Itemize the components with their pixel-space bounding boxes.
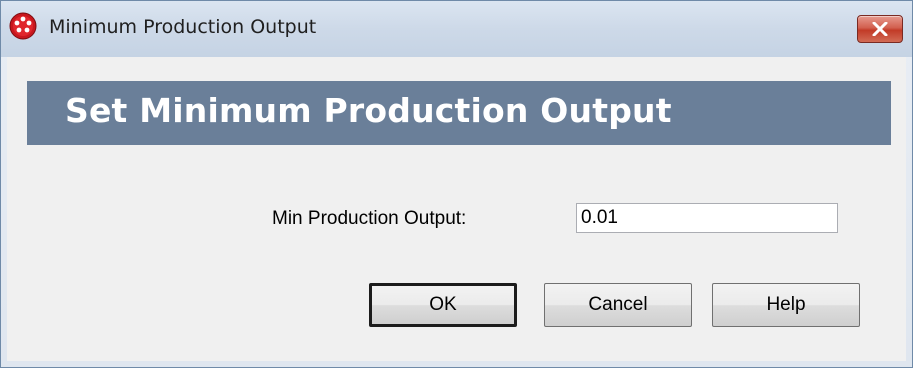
close-button[interactable]: [857, 15, 903, 43]
app-icon: [9, 12, 37, 40]
title-bar[interactable]: Minimum Production Output: [1, 1, 912, 57]
ok-button[interactable]: OK: [369, 283, 517, 327]
cancel-button[interactable]: Cancel: [544, 283, 692, 327]
help-button[interactable]: Help: [712, 283, 860, 327]
window-title: Minimum Production Output: [49, 16, 317, 38]
header-banner: Set Minimum Production Output: [27, 81, 891, 145]
min-output-input[interactable]: [576, 203, 838, 233]
min-output-label: Min Production Output:: [272, 208, 467, 229]
close-icon: [872, 22, 888, 36]
dialog-window: Minimum Production Output Set Minimum Pr…: [0, 0, 913, 368]
banner-title: Set Minimum Production Output: [65, 91, 672, 130]
dialog-body: Set Minimum Production Output Min Produc…: [7, 57, 906, 361]
